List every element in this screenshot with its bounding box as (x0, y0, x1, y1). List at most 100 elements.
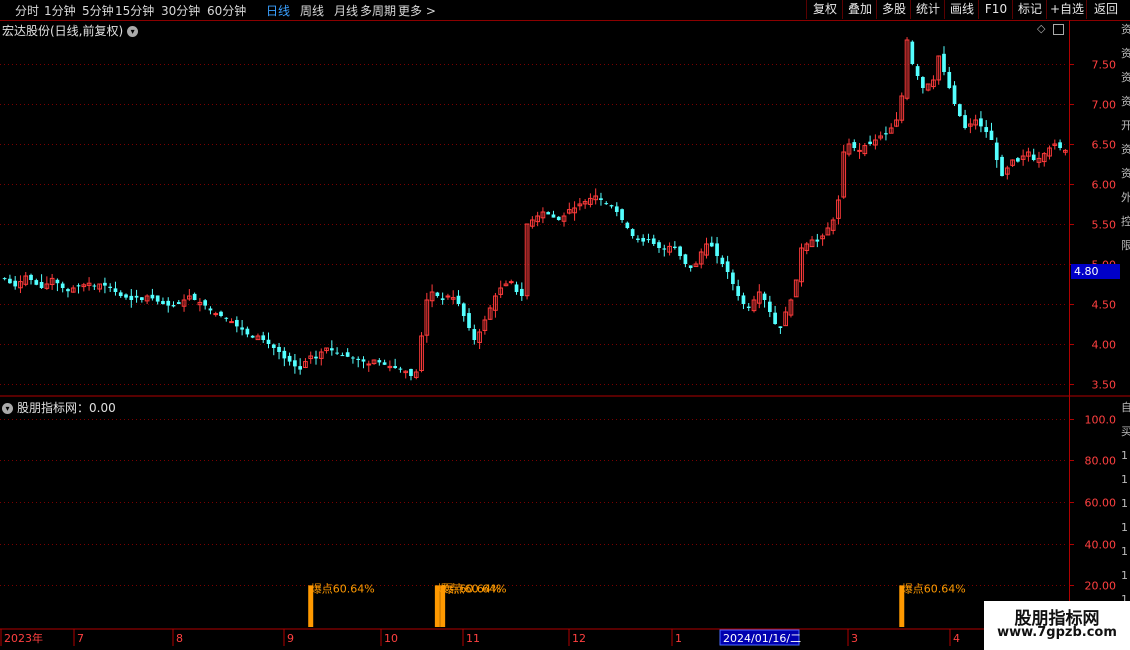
candle-body (657, 242, 661, 248)
candle-body (234, 319, 239, 327)
chevron-down-icon[interactable]: ▾ (127, 26, 139, 37)
strip-char: 开 (1121, 119, 1130, 132)
date-label: 7 (77, 632, 84, 645)
candle-body (857, 149, 862, 152)
maximize-icon[interactable] (1053, 24, 1064, 35)
candle-body (546, 212, 551, 215)
candle-body (409, 368, 413, 376)
strip-char: 资 (1121, 167, 1130, 180)
candle-body (963, 115, 967, 128)
indicator-tick-label: 40.00 (1085, 539, 1117, 552)
candle-body (382, 362, 387, 365)
candle-body (725, 261, 730, 272)
indicator-panel-title: ▾ 股朋指标网：0.00 (2, 399, 116, 416)
candle-body (636, 238, 640, 240)
price-chart[interactable]: 爆点60.64% 爆点60.64%爆点60.64% 爆点60.64% 7.507.0… (0, 0, 1130, 650)
stock-title: 宏达股份(日线,前复权) (2, 24, 124, 38)
candle-body (103, 282, 107, 286)
candle-body (683, 254, 688, 264)
strip-char: 1 (1121, 545, 1128, 558)
candle-body (604, 203, 609, 205)
date-label: 12 (572, 632, 586, 645)
strip-char: 1 (1121, 569, 1128, 582)
signal-label: 爆点60.64% (311, 581, 375, 595)
date-label: 4 (953, 632, 960, 645)
candle-body (884, 133, 888, 135)
strip-char: 1 (1121, 449, 1128, 462)
candle-body (741, 295, 746, 304)
candle-body (715, 243, 719, 256)
candle-body (245, 328, 250, 335)
candle-body (356, 358, 361, 360)
candle-body (250, 335, 255, 338)
candle-body (266, 339, 271, 344)
candle-body (298, 366, 303, 370)
candle-body (731, 272, 735, 284)
candle-body (868, 141, 872, 144)
candle-body (366, 363, 372, 366)
candle-body (630, 229, 635, 236)
candle-body (688, 265, 693, 268)
strip-char: 自 (1121, 401, 1130, 414)
candle-body (947, 71, 952, 88)
candle-body (1058, 142, 1062, 148)
candle-body (709, 242, 714, 247)
strip-char: 资 (1121, 71, 1130, 84)
strip-char: 资 (1121, 47, 1130, 60)
signal-label: 爆点60.64% (443, 581, 507, 595)
signal-label: 爆点60.64% (902, 581, 966, 595)
indicator-tick-label: 80.00 (1085, 455, 1117, 468)
date-label: 3 (851, 632, 858, 645)
candle-body (224, 317, 229, 319)
price-tick-label: 7.50 (1092, 59, 1117, 72)
candle-body (108, 286, 113, 288)
candle-body (767, 301, 772, 312)
candle-body (139, 297, 144, 300)
date-label: 8 (176, 632, 183, 645)
right-indicator-strip: 自买1111111 (1121, 400, 1130, 616)
candle-body (219, 311, 223, 316)
candle-body (377, 360, 382, 363)
candle-body (361, 359, 366, 362)
candle-body (282, 350, 287, 359)
candle-body (129, 295, 134, 300)
candle-body (609, 205, 614, 207)
date-label: 9 (287, 632, 294, 645)
candle-body (314, 356, 318, 359)
candle-body (762, 293, 767, 300)
candle-body (614, 206, 619, 212)
date-label: 1 (675, 632, 682, 645)
candle-body (393, 366, 398, 368)
main-panel-title: 宏达股份(日线,前复权) ▾ (2, 22, 139, 39)
candle-body (171, 305, 176, 307)
candle-body (113, 288, 118, 292)
candle-body (155, 295, 160, 302)
candle-body (921, 77, 925, 88)
price-tick-label: 3.50 (1092, 379, 1117, 392)
candle-body (345, 352, 350, 357)
candle-body (556, 216, 561, 220)
strip-char: 资 (1121, 95, 1130, 108)
candle-body (952, 85, 957, 104)
strip-char: 限 (1121, 239, 1130, 252)
candle-body (29, 274, 33, 280)
watermark: 股朋指标网 www.7gpzb.com (984, 601, 1130, 650)
candle-body (467, 313, 471, 328)
candle-body (213, 313, 219, 316)
candle-body (984, 127, 989, 132)
date-label: 10 (384, 632, 398, 645)
diamond-icon[interactable]: ◇ (1037, 22, 1045, 35)
chevron-down-icon[interactable]: ▾ (2, 403, 13, 414)
candle-body (335, 352, 339, 354)
strip-char: 买 (1121, 425, 1130, 438)
strip-char: 1 (1121, 521, 1128, 534)
candle-body (176, 302, 181, 304)
candle-body (208, 308, 213, 311)
price-tick-label: 4.00 (1092, 339, 1117, 352)
candle-body (124, 294, 128, 298)
candle-body (351, 357, 355, 359)
candle-body (672, 246, 677, 248)
candle-body (39, 281, 44, 288)
right-info-strip: 资资资资开资资外控限 (1121, 22, 1130, 262)
candle-body (778, 326, 783, 328)
